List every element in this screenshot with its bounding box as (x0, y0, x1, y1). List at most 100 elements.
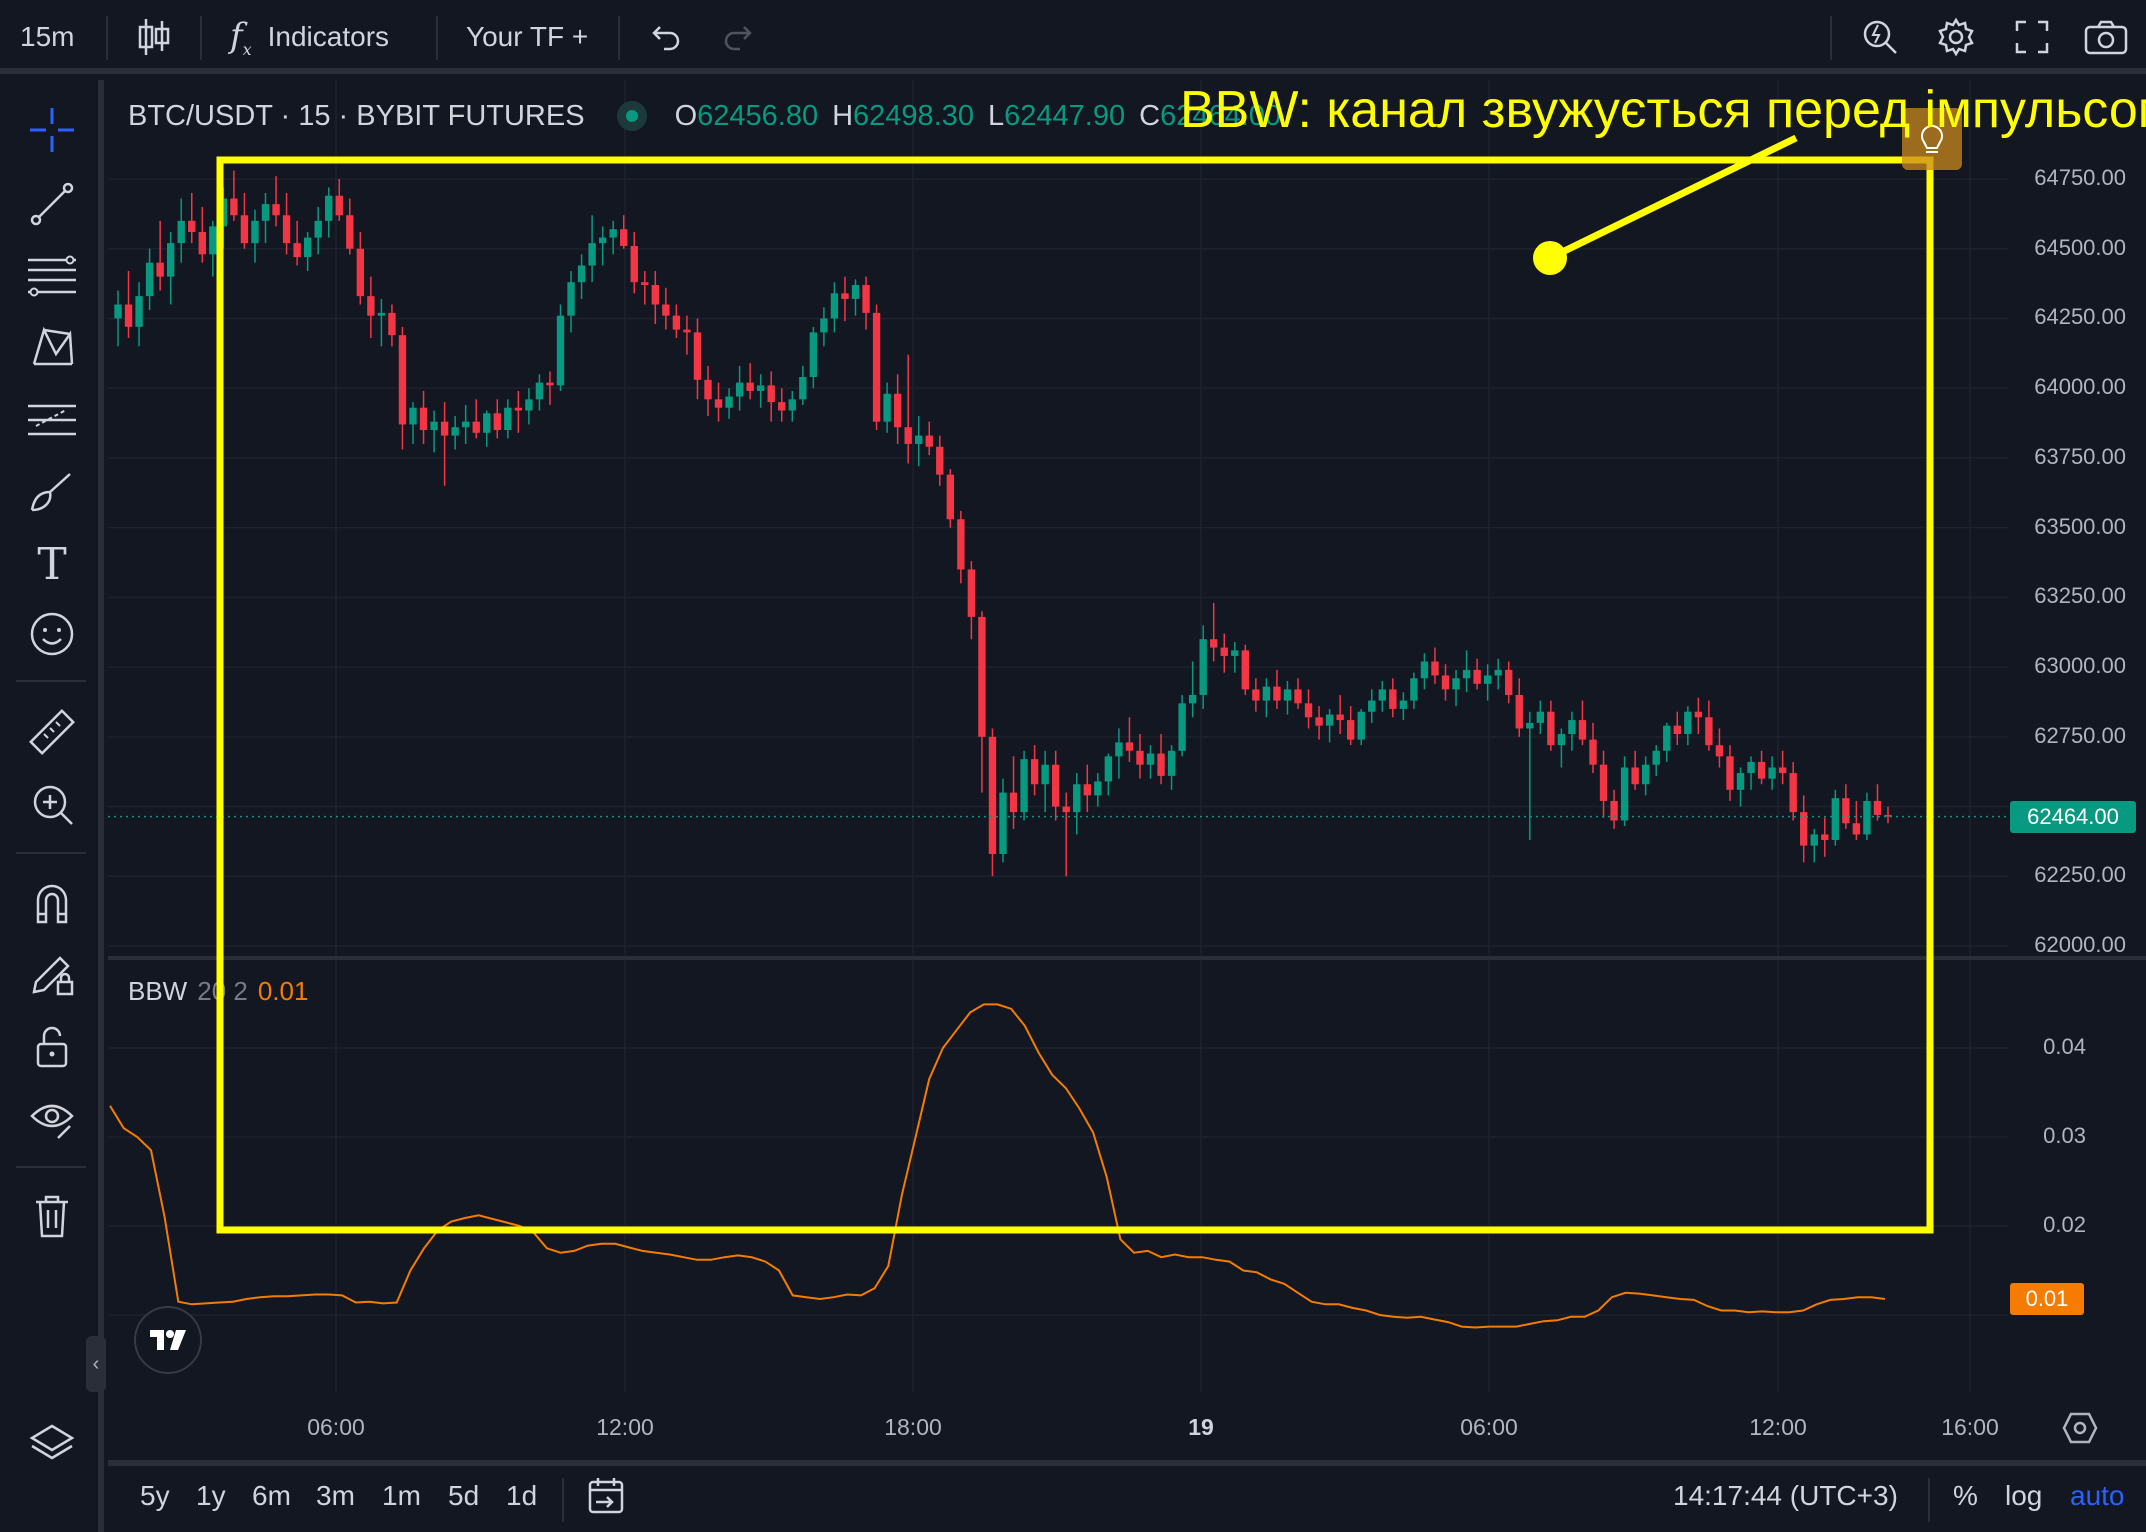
your-tf-button[interactable]: Your TF + (466, 0, 588, 74)
candle-body (440, 421, 449, 436)
candle-body (1431, 661, 1439, 676)
percent-toggle[interactable]: % (1953, 1480, 1978, 1512)
range-button-6m[interactable]: 6m (252, 1480, 291, 1512)
candle-body (1210, 639, 1218, 648)
candle-body (230, 198, 238, 216)
range-button-1d[interactable]: 1d (506, 1480, 537, 1512)
auto-toggle[interactable]: auto (2070, 1480, 2125, 1512)
candle-body (1768, 767, 1776, 779)
collapse-toolbar-button[interactable]: ‹ (86, 1336, 106, 1392)
candle-body (1705, 717, 1713, 746)
range-button-1y[interactable]: 1y (196, 1480, 226, 1512)
candle-body (472, 421, 480, 433)
candle-body (1389, 689, 1397, 709)
candle-body (1125, 742, 1134, 751)
alert-button[interactable] (1860, 0, 1900, 74)
lock-tool[interactable] (22, 1016, 82, 1076)
range-button-5d[interactable]: 5d (448, 1480, 479, 1512)
forecast-tool[interactable] (22, 390, 82, 450)
zoom-tool[interactable] (22, 774, 82, 834)
candle-body (799, 377, 807, 400)
crosshair-icon (30, 108, 74, 152)
candle-body (967, 569, 976, 617)
fib-tool[interactable] (22, 246, 82, 306)
candle-body (1747, 761, 1755, 774)
candle-body (1505, 669, 1513, 695)
candle-body (409, 407, 417, 425)
emoji-tool[interactable] (22, 604, 82, 664)
pattern-tool[interactable] (22, 318, 82, 378)
candle-body (946, 474, 955, 520)
indicators-button[interactable]: fx Indicators (230, 0, 389, 74)
candle-body (915, 435, 923, 444)
brush-tool[interactable] (22, 462, 82, 522)
unlock-icon (36, 1026, 68, 1068)
trash-icon (36, 1195, 68, 1238)
annotation-text[interactable]: BBW: канал звужується перед імпульсом (1180, 80, 2146, 140)
candle-body (662, 304, 670, 316)
tv-logo-icon (150, 1330, 186, 1350)
candle-body (1420, 661, 1429, 679)
text-icon: T (37, 538, 67, 590)
candle-body (135, 296, 143, 327)
drawing-toolbar: T ‹ (0, 80, 106, 1532)
symbol-title[interactable]: BTC/USDT · 15 · BYBIT FUTURES (128, 100, 585, 133)
ruler-tool[interactable] (22, 702, 82, 762)
range-button-1m[interactable]: 1m (382, 1480, 421, 1512)
candle-body (1821, 834, 1829, 841)
candle-body (1863, 800, 1871, 835)
candle-body (1336, 714, 1344, 721)
hide-drawings-tool[interactable] (22, 1088, 82, 1148)
range-button-5y[interactable]: 5y (140, 1480, 170, 1512)
chart-type-button[interactable] (136, 0, 172, 74)
bbw-line (109, 1003, 1886, 1329)
object-tree-button[interactable] (22, 1414, 82, 1474)
candle-body (1810, 834, 1818, 846)
settings-button[interactable] (1936, 0, 1976, 74)
candle-body (820, 318, 828, 333)
trend-line-tool[interactable] (22, 174, 82, 234)
interval-button[interactable]: 15m (20, 0, 74, 74)
candle-body (325, 195, 333, 221)
candle-body (188, 220, 196, 232)
lock-drawings-tool[interactable] (22, 944, 82, 1004)
open-value: 62456.80 (697, 99, 819, 132)
bbw-name[interactable]: BBW (128, 976, 187, 1007)
candle-body (1483, 675, 1492, 684)
text-tool[interactable]: T (22, 534, 82, 594)
crosshair-tool[interactable] (22, 100, 82, 160)
candle-body (1852, 823, 1861, 835)
current-price-value: 62464.00 (2027, 803, 2119, 829)
divider (436, 16, 438, 60)
candle-body (1104, 756, 1113, 782)
candle-body (419, 407, 428, 431)
screenshot-button[interactable] (2084, 0, 2128, 74)
axis-settings-button[interactable] (2062, 1412, 2098, 1449)
redo-button[interactable] (722, 0, 758, 74)
candle-body (303, 237, 312, 258)
chart-canvas[interactable] (108, 80, 2146, 1460)
candle-body (620, 229, 628, 246)
range-button-3m[interactable]: 3m (316, 1480, 355, 1512)
candle-body (1009, 792, 1018, 813)
price-axis-label: 64250.00 (2034, 304, 2126, 330)
candle-body (1399, 700, 1408, 709)
bbw-value: 0.01 (257, 976, 309, 1006)
candle-body (1515, 694, 1523, 729)
tradingview-logo[interactable] (134, 1306, 202, 1374)
clock-timezone[interactable]: 14:17:44 (UTC+3) (1673, 1480, 1898, 1512)
candle-body (1715, 745, 1724, 757)
open-label: O (674, 99, 698, 132)
undo-button[interactable] (646, 0, 682, 74)
fullscreen-button[interactable] (2014, 0, 2050, 74)
indicators-label: Indicators (267, 21, 390, 52)
delete-tool[interactable] (22, 1186, 82, 1246)
magnet-tool[interactable] (22, 872, 82, 932)
candle-body (693, 332, 702, 380)
log-toggle[interactable]: log (2005, 1480, 2042, 1512)
candle-body (1757, 761, 1766, 779)
candle-body (1231, 650, 1239, 656)
date-range-button[interactable] (586, 1476, 626, 1523)
candle-body (577, 265, 586, 283)
candle-body (282, 215, 291, 244)
